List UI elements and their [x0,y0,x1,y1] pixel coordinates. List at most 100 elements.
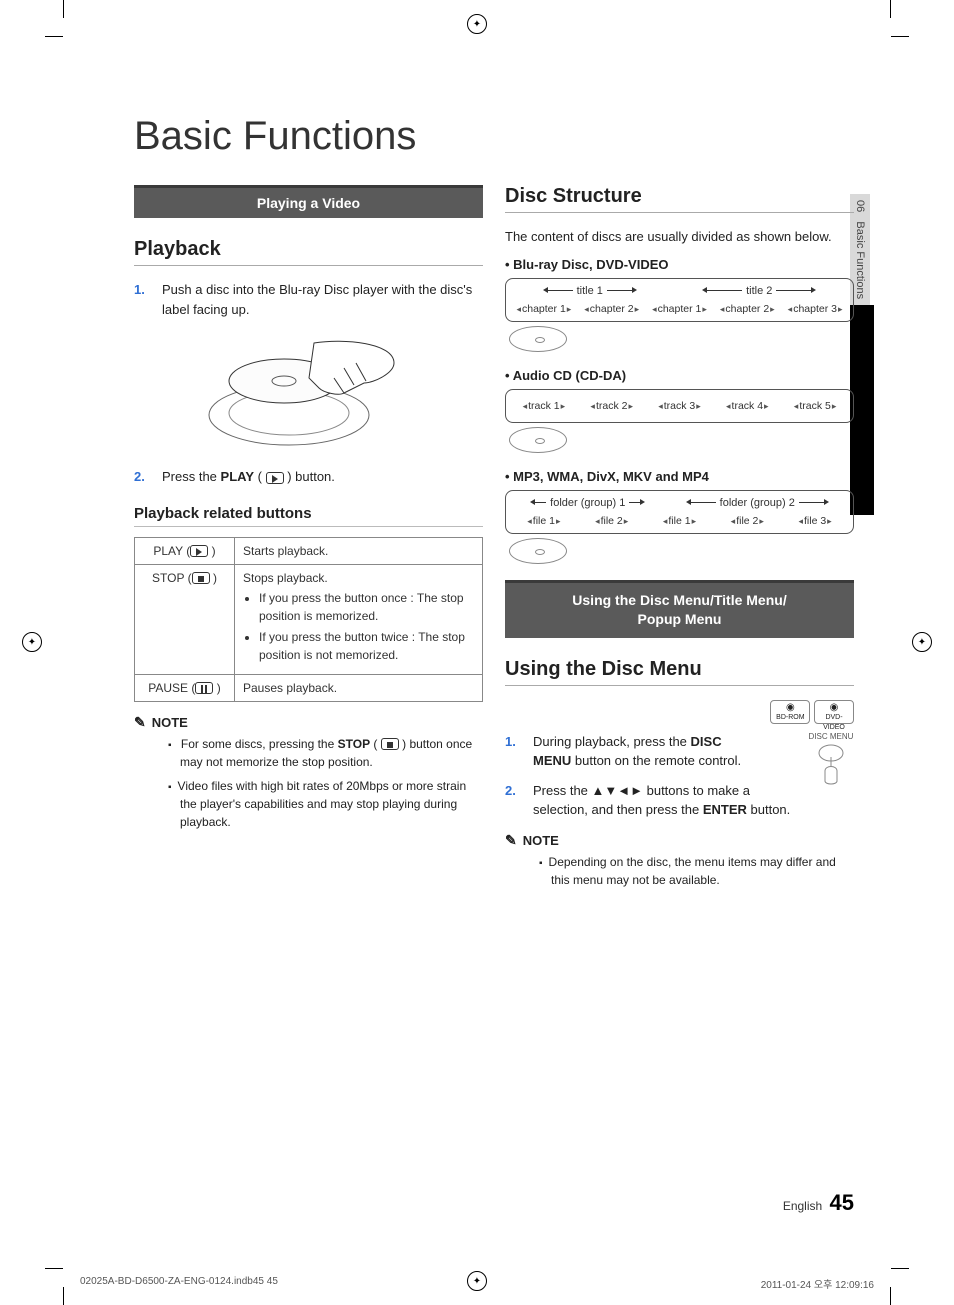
remote-button-label: DISC MENU [809,732,854,741]
footer-language: English [783,1199,822,1213]
chapter-seg: chapter 3 [787,303,844,315]
step-1: 1. Push a disc into the Blu-ray Disc pla… [134,280,483,319]
subheading-playback-buttons: Playback related buttons [134,505,483,527]
right-column: Disc Structure The content of discs are … [505,185,854,895]
page-title: Basic Functions [134,114,854,159]
page-footer: English 45 [134,1190,854,1216]
printer-file-info: 02025A-BD-D6500-ZA-ENG-0124.indb45 45 [80,1276,278,1291]
file-seg: file 1 [662,515,697,527]
cell-btn-label: PAUSE ( ) [135,674,235,701]
disc-type-badges: BD-ROM DVD-VIDEO [505,700,854,724]
crop-mark [63,0,64,18]
crop-mark [63,1287,64,1305]
note-item: Depending on the disc, the menu items ma… [539,853,854,889]
disc-menu-step-1: 1. During playback, press the DISC MENU … [505,732,800,771]
registration-mark-icon [22,632,42,652]
note-item: For some discs, pressing the STOP ( ) bu… [168,735,483,771]
cell-btn-desc: Stops playback. If you press the button … [235,564,483,674]
play-icon [190,545,208,557]
disc-icon [509,427,567,453]
play-icon [266,472,284,484]
structure-mp3: folder (group) 1 folder (group) 2 file 1… [505,490,854,564]
pause-icon [195,682,213,694]
desc-bullet: If you press the button once : The stop … [259,589,474,625]
structure-box: title 1 title 2 chapter 1 chapter 2 chap… [505,278,854,322]
step-number: 1. [505,732,533,771]
table-row: PLAY ( ) Starts playback. [135,537,483,564]
note-heading: NOTE [134,714,483,731]
step-text-b: button on the remote control. [571,753,741,768]
crop-mark [890,1287,891,1305]
step-text-b: button. [292,469,335,484]
ds-label-mp3: MP3, WMA, DivX, MKV and MP4 [505,469,854,484]
folder-seg: folder (group) 1 [550,497,625,509]
note-item: Video files with high bit rates of 20Mbp… [168,777,483,831]
desc-head: Stops playback. [243,571,328,585]
structure-audiocd: track 1 track 2 track 3 track 4 track 5 [505,389,854,453]
track-seg: track 2 [589,400,634,412]
desc-bullet: If you press the button twice : The stop… [259,628,474,664]
file-seg: file 3 [797,515,832,527]
file-seg: file 2 [730,515,765,527]
crop-mark [891,1268,909,1269]
intro-text: The content of discs are usually divided… [505,227,854,247]
remote-button-illustration: DISC MENU [808,732,854,787]
step-text: Press the PLAY ( ) button. [162,467,335,487]
step-text-b: button. [747,802,790,817]
illustration-insert-disc [194,333,424,453]
folder-seg: folder (group) 2 [720,497,795,509]
heading-using-disc-menu: Using the Disc Menu [505,658,854,686]
section-banner-playing-video: Playing a Video [134,185,483,218]
stop-icon [192,572,210,584]
section-banner-disc-menu: Using the Disc Menu/Title Menu/ Popup Me… [505,580,854,638]
chapter-seg: chapter 2 [583,303,640,315]
cell-btn-desc: Starts playback. [235,537,483,564]
disc-icon [509,538,567,564]
ds-label-audiocd: Audio CD (CD-DA) [505,368,854,383]
crop-mark [890,0,891,18]
cell-btn-label: PLAY ( ) [135,537,235,564]
printer-timestamp: 2011-01-24 오후 12:09:16 [761,1276,874,1291]
chapter-name: Basic Functions [854,221,866,299]
structure-bluray: title 1 title 2 chapter 1 chapter 2 chap… [505,278,854,352]
step-text-bold: PLAY [221,469,254,484]
track-seg: track 5 [793,400,838,412]
btn-label-text: PAUSE ( [148,681,195,695]
badge-dvd-video: DVD-VIDEO [814,700,854,724]
track-seg: track 3 [657,400,702,412]
chapter-seg: chapter 1 [651,303,708,315]
table-row: STOP ( ) Stops playback. If you press th… [135,564,483,674]
note-text-a: For some discs, pressing the [181,737,338,751]
btn-label-text: STOP ( [152,571,192,585]
footer-page-number: 45 [830,1190,854,1215]
heading-playback: Playback [134,238,483,266]
chapter-seg: chapter 2 [719,303,776,315]
note-label: NOTE [523,833,559,848]
step-number: 2. [134,467,162,487]
disc-menu-step-2: 2. Press the ▲▼◄► buttons to make a sele… [505,781,800,820]
heading-disc-structure: Disc Structure [505,185,854,213]
crop-mark [45,36,63,37]
cell-btn-label: STOP ( ) [135,564,235,674]
btn-label-text: PLAY ( [153,544,190,558]
registration-mark-icon [467,14,487,34]
crop-mark [45,1268,63,1269]
title-seg: title 2 [746,285,772,297]
step-text-a: During playback, press the [533,734,691,749]
chapter-seg: chapter 1 [515,303,572,315]
step-number: 1. [134,280,162,319]
step-text-a: Press the [162,469,221,484]
file-seg: file 1 [526,515,561,527]
remote-press-icon [811,743,851,787]
registration-mark-icon [912,632,932,652]
note-text-bold: STOP [338,737,370,751]
left-column: Playing a Video Playback 1. Push a disc … [134,185,483,895]
chapter-number: 06 [854,200,866,212]
playback-buttons-table: PLAY ( ) Starts playback. STOP ( ) Stops… [134,537,483,702]
step-text-bold: ENTER [703,802,747,817]
step-text: Press the ▲▼◄► buttons to make a selecti… [533,781,800,820]
ds-label-bluray: Blu-ray Disc, DVD-VIDEO [505,257,854,272]
track-seg: track 4 [725,400,770,412]
note-list: For some discs, pressing the STOP ( ) bu… [134,735,483,831]
printer-footer: 02025A-BD-D6500-ZA-ENG-0124.indb45 45 20… [80,1276,874,1291]
